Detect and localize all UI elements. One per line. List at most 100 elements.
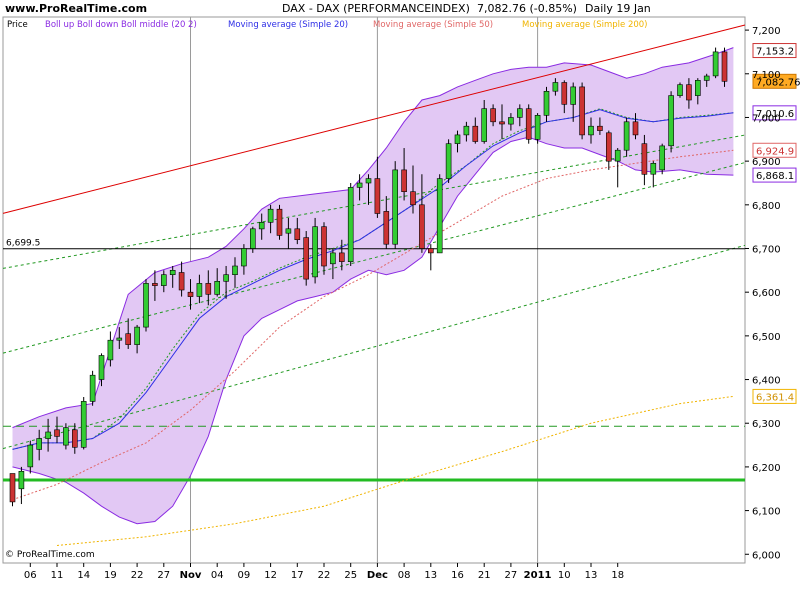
legend-ma50: Moving average (Simple 50) [373, 20, 493, 30]
candle [80, 397, 87, 450]
legend-ma200: Moving average (Simple 200) [522, 20, 648, 30]
price-badge-label: 6,868.1 [756, 171, 794, 182]
candle [668, 91, 674, 153]
candle-body [392, 169, 399, 245]
x-tick-label: 06 [24, 570, 37, 581]
candle [712, 47, 719, 79]
candle-body [27, 444, 34, 468]
candle-body [161, 274, 167, 286]
candle-body [703, 75, 710, 81]
x-tick-label: 2011 [524, 570, 552, 581]
candle-body [312, 226, 318, 278]
candle [303, 231, 310, 286]
candle-body [107, 339, 114, 361]
candle [534, 113, 541, 144]
y-tick-label: 7,100 [752, 70, 781, 81]
candle-body [63, 427, 69, 446]
x-tick-label: Nov [180, 570, 202, 581]
candle-body [588, 125, 594, 136]
candle-body [178, 272, 185, 291]
candle-body [712, 51, 719, 77]
candle-body [125, 333, 131, 345]
candle [677, 82, 683, 98]
x-tick-label: 12 [264, 570, 277, 581]
candle-body [632, 121, 639, 136]
y-tick-label: 7,000 [752, 113, 781, 124]
x-tick-label: 17 [291, 570, 304, 581]
candle [276, 204, 283, 240]
copyright: © ProRealTime.com [5, 550, 95, 560]
candle-body [285, 228, 292, 234]
x-tick-label: 08 [398, 570, 411, 581]
candle [392, 161, 399, 249]
candle-body [89, 374, 96, 402]
period-label: Daily 19 Jan [585, 2, 651, 15]
candle-body [579, 86, 585, 136]
x-tick-label: 11 [51, 570, 64, 581]
candlestick-chart[interactable]: 6,699.5 7,153.27,082.767,010.66,924.96,8… [0, 0, 800, 600]
candle-body [668, 95, 674, 147]
candle-body [686, 84, 692, 101]
y-tick-label: 6,100 [752, 507, 781, 518]
candle-body [214, 280, 220, 295]
candle-body [9, 473, 16, 503]
candle-body [72, 429, 78, 448]
candle-body [525, 108, 532, 140]
candle-body [187, 291, 194, 297]
candle-body [641, 143, 648, 175]
candle-body [276, 208, 283, 236]
candle-body [659, 145, 666, 171]
candle [143, 279, 149, 332]
y-tick-label: 6,000 [752, 550, 781, 561]
candle-body [267, 208, 274, 223]
y-tick-label: 6,400 [752, 376, 781, 387]
candle-body [365, 178, 372, 184]
candle-body [552, 82, 559, 92]
candle-body [232, 265, 238, 275]
candle [347, 182, 354, 266]
candle [89, 370, 96, 406]
price-badge-label: 6,924.9 [756, 146, 794, 157]
candle-body [383, 211, 390, 245]
candle-body [436, 178, 443, 254]
candle-body [241, 248, 247, 267]
candle-body [98, 355, 105, 380]
candle-body [543, 91, 550, 116]
candle-body [570, 86, 577, 105]
legend-bollinger: Boll up Boll down Boll middle (20 2) [45, 20, 197, 30]
x-tick-label: 16 [451, 570, 464, 581]
candle-body [134, 326, 140, 345]
candle-body [410, 191, 416, 206]
candle [659, 143, 666, 175]
candle-body [258, 222, 265, 230]
y-tick-label: 6,800 [752, 201, 781, 212]
candle-body [45, 431, 51, 439]
candle-body [614, 149, 621, 162]
candle-body [597, 125, 603, 131]
y-tick-label: 6,900 [752, 157, 781, 168]
candle [721, 47, 728, 87]
candle [445, 139, 452, 183]
candle-body [80, 401, 87, 448]
candle-body [374, 178, 381, 214]
candle-body [205, 283, 212, 295]
chart-window: 6,699.5 7,153.2 7,082.76 7,010.6 6,924.9 6,8… [0, 0, 800, 600]
candle-body [427, 248, 434, 254]
candle-body [250, 228, 256, 249]
candle-body [623, 121, 630, 151]
y-tick-label: 6,500 [752, 332, 781, 343]
candle-body [143, 283, 149, 328]
candle-body [481, 108, 488, 142]
candle-body [534, 115, 541, 140]
candle-body [196, 283, 203, 297]
candle-body [54, 429, 60, 437]
candle-body [472, 125, 479, 142]
site-title: www.ProRealTime.com [5, 2, 147, 15]
price-badge-label: 7,153.2 [756, 47, 794, 58]
candle-body [169, 269, 176, 275]
candle-body [499, 121, 505, 125]
candle-body [152, 283, 158, 286]
candle-body [463, 125, 470, 136]
y-tick-label: 6,700 [752, 245, 781, 256]
x-tick-label: 13 [424, 570, 437, 581]
